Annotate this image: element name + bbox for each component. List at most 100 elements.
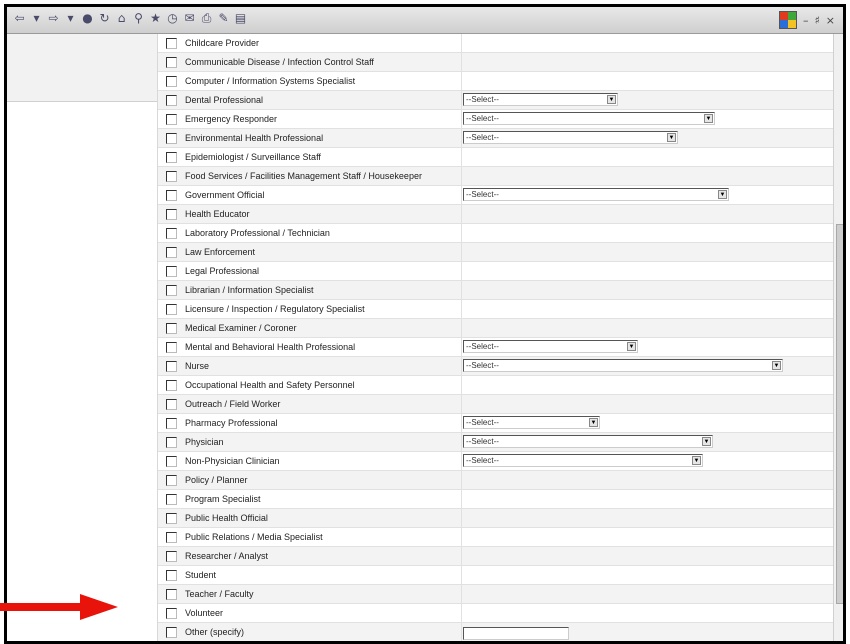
specialty-select[interactable]: --Select-- ▼ — [463, 359, 783, 372]
specialty-select[interactable]: --Select-- ▼ — [463, 416, 600, 429]
occupation-checkbox[interactable] — [166, 208, 177, 220]
occupation-row: Computer / Information Systems Specialis… — [158, 72, 833, 91]
occupation-checkbox[interactable] — [166, 626, 177, 638]
history-icon[interactable]: ◷ — [166, 12, 179, 25]
edit-icon[interactable]: ✎ — [217, 12, 230, 25]
occupation-checkbox[interactable] — [166, 170, 177, 182]
vertical-scrollbar[interactable] — [833, 34, 843, 641]
window-controls: – ♯ × — [778, 11, 835, 29]
windows-logo-icon — [778, 11, 797, 29]
occupation-checkbox[interactable] — [166, 265, 177, 277]
stop-icon[interactable]: ● — [81, 12, 94, 25]
occupation-label: Public Relations / Media Specialist — [185, 532, 323, 542]
occupation-checkbox[interactable] — [166, 322, 177, 334]
occupation-label: Legal Professional — [185, 266, 260, 276]
occupation-checkbox[interactable] — [166, 75, 177, 87]
chevron-down-icon[interactable]: ▼ — [667, 133, 676, 142]
home-icon[interactable]: ⌂ — [115, 12, 128, 25]
occupation-label: Program Specialist — [185, 494, 261, 504]
minimize-button[interactable]: – — [803, 14, 809, 27]
favorites-icon[interactable]: ★ — [149, 12, 162, 25]
occupation-label: Nurse — [185, 361, 210, 371]
specialty-select[interactable]: --Select-- ▼ — [463, 454, 703, 467]
occupation-checkbox[interactable] — [166, 531, 177, 543]
occupation-checkbox[interactable] — [166, 455, 177, 467]
select-value: --Select-- — [466, 114, 499, 123]
chevron-down-icon[interactable]: ▼ — [607, 95, 616, 104]
occupation-checkbox[interactable] — [166, 474, 177, 486]
search-icon[interactable]: ⚲ — [132, 12, 145, 25]
restore-button[interactable]: ♯ — [814, 14, 819, 27]
occupation-checkbox[interactable] — [166, 94, 177, 106]
occupation-checkbox[interactable] — [166, 37, 177, 49]
specialty-select[interactable]: --Select-- ▼ — [463, 340, 638, 353]
column-divider — [461, 72, 462, 91]
occupation-row: Teacher / Faculty — [158, 585, 833, 604]
chevron-down-icon[interactable]: ▼ — [702, 437, 711, 446]
dropdown-icon[interactable]: ▾ — [64, 12, 77, 25]
refresh-icon[interactable]: ↻ — [98, 12, 111, 25]
chevron-down-icon[interactable]: ▼ — [589, 418, 598, 427]
back-icon[interactable]: ⇦ — [13, 12, 26, 25]
mail-icon[interactable]: ✉ — [183, 12, 196, 25]
occupation-checkbox[interactable] — [166, 417, 177, 429]
occupation-label: Licensure / Inspection / Regulatory Spec… — [185, 304, 365, 314]
occupation-checkbox[interactable] — [166, 512, 177, 524]
occupation-checkbox[interactable] — [166, 550, 177, 562]
occupation-checkbox[interactable] — [166, 588, 177, 600]
occupation-row: Public Relations / Media Specialist — [158, 528, 833, 547]
chevron-down-icon[interactable]: ▼ — [692, 456, 701, 465]
column-divider — [461, 243, 462, 262]
occupation-row: Other (specify) — [158, 623, 833, 641]
dropdown-icon[interactable]: ▾ — [30, 12, 43, 25]
chevron-down-icon[interactable]: ▼ — [718, 190, 727, 199]
occupation-checkbox[interactable] — [166, 569, 177, 581]
forward-icon[interactable]: ⇨ — [47, 12, 60, 25]
occupation-label: Law Enforcement — [185, 247, 256, 257]
occupation-label: Communicable Disease / Infection Control… — [185, 57, 374, 67]
occupation-label: Physician — [185, 437, 224, 447]
occupation-row: Volunteer — [158, 604, 833, 623]
chevron-down-icon[interactable]: ▼ — [772, 361, 781, 370]
occupation-checkbox[interactable] — [166, 493, 177, 505]
column-divider — [461, 110, 462, 129]
occupation-row: Outreach / Field Worker — [158, 395, 833, 414]
occupation-label: Researcher / Analyst — [185, 551, 269, 561]
occupation-checkbox[interactable] — [166, 151, 177, 163]
specialty-select[interactable]: --Select-- ▼ — [463, 131, 678, 144]
occupation-checkbox[interactable] — [166, 113, 177, 125]
discuss-icon[interactable]: ▤ — [234, 12, 247, 25]
occupation-checkbox[interactable] — [166, 436, 177, 448]
occupation-row: Government Official --Select-- ▼ — [158, 186, 833, 205]
occupation-row: Researcher / Analyst — [158, 547, 833, 566]
occupation-label: Food Services / Facilities Management St… — [185, 171, 422, 181]
select-value: --Select-- — [466, 437, 499, 446]
specialty-select[interactable]: --Select-- ▼ — [463, 188, 729, 201]
column-divider — [461, 376, 462, 395]
occupation-checkbox[interactable] — [166, 56, 177, 68]
specialty-select[interactable]: --Select-- ▼ — [463, 435, 713, 448]
chevron-down-icon[interactable]: ▼ — [704, 114, 713, 123]
occupation-label: Laboratory Professional / Technician — [185, 228, 330, 238]
occupation-row: Program Specialist — [158, 490, 833, 509]
scrollbar-thumb[interactable] — [836, 224, 843, 604]
occupation-checkbox[interactable] — [166, 360, 177, 372]
occupation-checkbox[interactable] — [166, 132, 177, 144]
occupation-checkbox[interactable] — [166, 189, 177, 201]
occupation-checkbox[interactable] — [166, 246, 177, 258]
specialty-select[interactable]: --Select-- ▼ — [463, 93, 618, 106]
occupation-checkbox[interactable] — [166, 227, 177, 239]
column-divider — [461, 509, 462, 528]
print-icon[interactable]: ⎙ — [200, 12, 213, 25]
occupation-checkbox[interactable] — [166, 607, 177, 619]
occupation-label: Other (specify) — [185, 627, 245, 637]
occupation-checkbox[interactable] — [166, 341, 177, 353]
specialty-select[interactable]: --Select-- ▼ — [463, 112, 715, 125]
chevron-down-icon[interactable]: ▼ — [627, 342, 636, 351]
close-button[interactable]: × — [826, 14, 835, 27]
occupation-checkbox[interactable] — [166, 303, 177, 315]
occupation-checkbox[interactable] — [166, 398, 177, 410]
occupation-checkbox[interactable] — [166, 379, 177, 391]
occupation-checkbox[interactable] — [166, 284, 177, 296]
occupation-row: Dental Professional --Select-- ▼ — [158, 91, 833, 110]
